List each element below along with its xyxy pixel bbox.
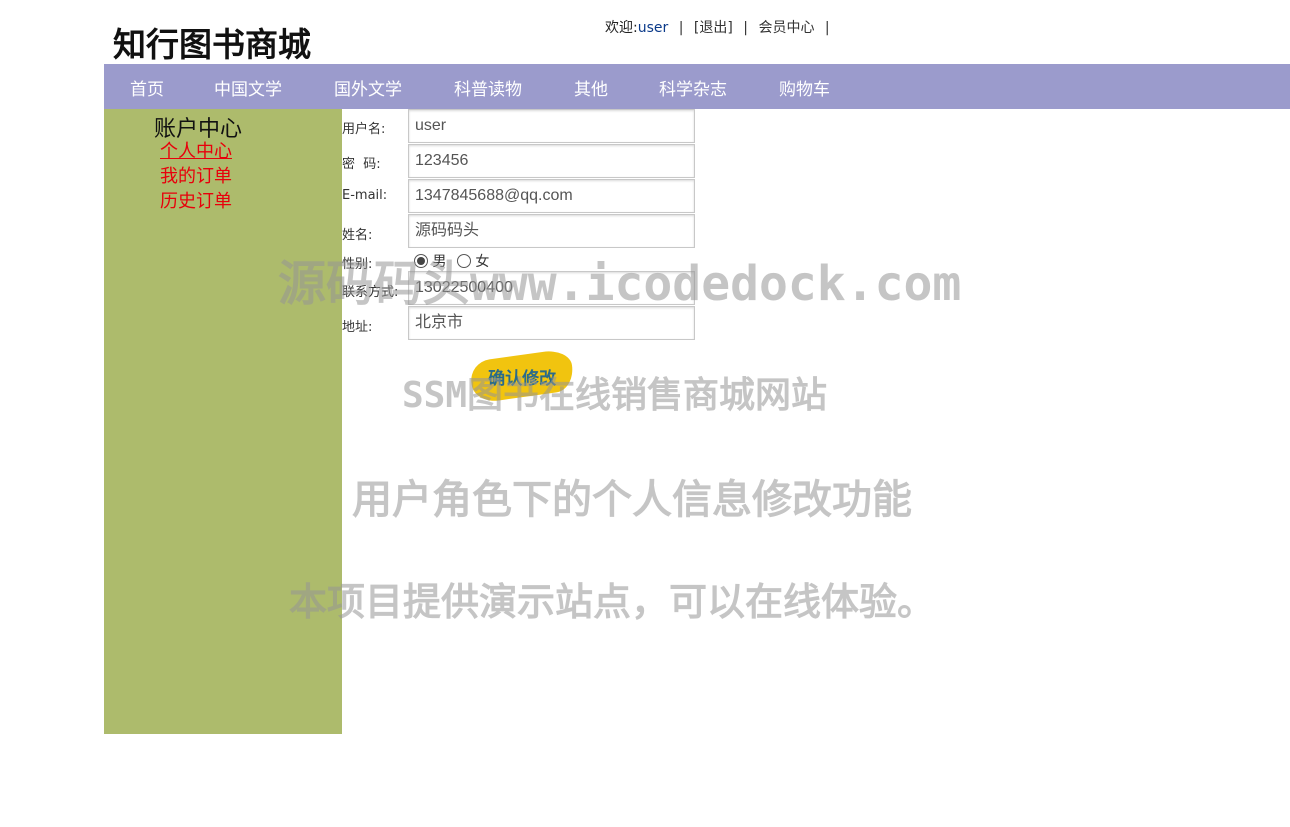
- gender-radio-group: 男 女: [414, 251, 489, 271]
- gender-label: 性别:: [342, 257, 373, 272]
- phone-field[interactable]: 13022500400: [408, 271, 695, 305]
- confirm-edit-button[interactable]: 确认修改: [468, 348, 576, 404]
- password-label: 密 码:: [342, 157, 381, 172]
- address-label: 地址:: [342, 320, 373, 335]
- welcome-text: 欢迎:: [605, 20, 638, 36]
- username-label: 用户名:: [342, 122, 386, 137]
- site-logo: 知行图书商城: [113, 25, 311, 64]
- nav-item-chinese-literature[interactable]: 中国文学: [214, 75, 282, 100]
- username-field[interactable]: user: [408, 109, 695, 143]
- email-label: E-mail:: [342, 188, 388, 203]
- top-user-bar: 欢迎:user | [退出] | 会员中心 |: [605, 17, 836, 37]
- member-center-link[interactable]: 会员中心: [758, 20, 814, 36]
- nav-item-science-magazine[interactable]: 科学杂志: [659, 75, 727, 100]
- sidebar-item-my-orders[interactable]: 我的订单: [160, 162, 232, 188]
- account-sidebar: 账户中心 个人中心 我的订单 历史订单: [104, 109, 342, 734]
- separator: |: [743, 20, 748, 36]
- phone-label: 联系方式:: [342, 285, 399, 300]
- watermark-line-4: 本项目提供演示站点，可以在线体验。: [289, 580, 936, 624]
- separator: |: [824, 20, 830, 36]
- email-field[interactable]: 1347845688@qq.com: [408, 179, 695, 213]
- confirm-edit-label: 确认修改: [488, 368, 556, 389]
- password-field[interactable]: 123456: [408, 144, 695, 178]
- name-label: 姓名:: [342, 228, 373, 243]
- watermark-line-2: SSM图书在线销售商城网站: [402, 375, 828, 416]
- nav-item-popular-science[interactable]: 科普读物: [454, 75, 522, 100]
- gender-male-label: 男: [432, 254, 447, 270]
- separator: |: [678, 20, 684, 36]
- nav-item-foreign-literature[interactable]: 国外文学: [334, 75, 402, 100]
- sidebar-item-personal-center[interactable]: 个人中心: [160, 137, 232, 163]
- main-nav: 首页 中国文学 国外文学 科普读物 其他 科学杂志 购物车: [104, 64, 1290, 109]
- nav-item-cart[interactable]: 购物车: [779, 75, 830, 100]
- name-field[interactable]: 源码码头: [408, 214, 695, 248]
- gender-female-radio[interactable]: [456, 254, 471, 268]
- nav-item-home[interactable]: 首页: [130, 75, 164, 100]
- address-field[interactable]: 北京市: [408, 306, 695, 340]
- gender-female-label: 女: [475, 254, 490, 270]
- sidebar-item-order-history[interactable]: 历史订单: [160, 187, 232, 213]
- username-text: user: [637, 20, 669, 36]
- logout-link[interactable]: [退出]: [694, 20, 733, 36]
- nav-item-other[interactable]: 其他: [574, 75, 608, 100]
- watermark-line-3: 用户角色下的个人信息修改功能: [352, 477, 912, 523]
- gender-male-radio[interactable]: [414, 254, 428, 268]
